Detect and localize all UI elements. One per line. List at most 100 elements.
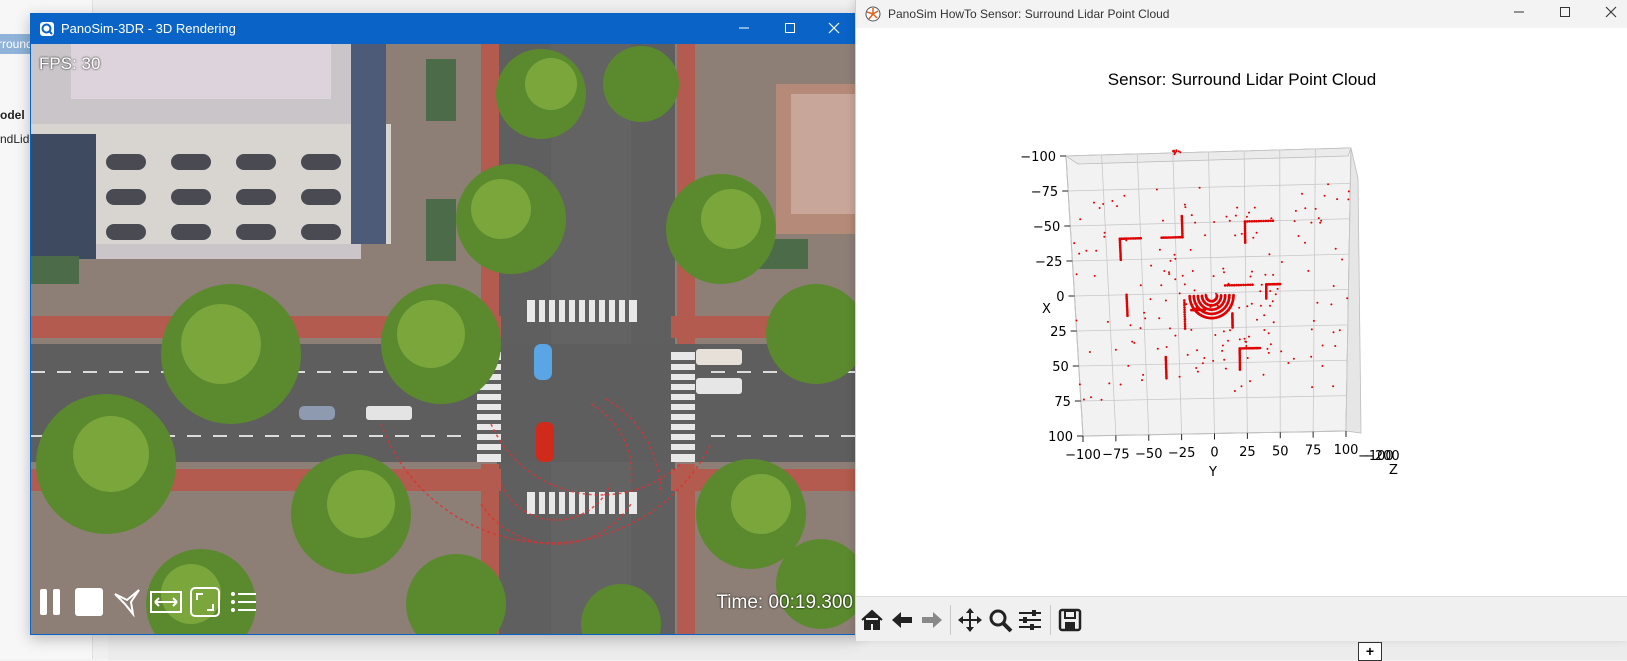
lidar-point bbox=[1174, 334, 1177, 337]
lidar-point bbox=[1235, 283, 1238, 287]
z-axis-label: Z bbox=[1389, 463, 1398, 478]
maximize-button[interactable] bbox=[767, 14, 813, 44]
render-window-titlebar[interactable]: PanoSim-3DR - 3D Rendering bbox=[31, 14, 857, 44]
lidar-point bbox=[1334, 345, 1337, 347]
plot-window-titlebar[interactable]: PanoSim HowTo Sensor: Surround Lidar Poi… bbox=[856, 0, 1627, 28]
lidar-point bbox=[1267, 332, 1270, 335]
lidar-point bbox=[1106, 320, 1109, 323]
lidar-point bbox=[1249, 275, 1252, 278]
lidar-point bbox=[1234, 214, 1237, 217]
lidar-point bbox=[1321, 365, 1324, 367]
lidar-point bbox=[1336, 198, 1339, 201]
lidar-point bbox=[1100, 398, 1103, 401]
x-tick-label: −75 bbox=[1031, 185, 1058, 200]
grid-line bbox=[1279, 149, 1281, 433]
lidar-point bbox=[1214, 334, 1217, 336]
lidar-point bbox=[1246, 220, 1249, 223]
fullscreen-icon[interactable] bbox=[189, 586, 221, 618]
lidar-point bbox=[1243, 337, 1246, 340]
lidar-point bbox=[1158, 248, 1161, 251]
list-icon[interactable] bbox=[229, 586, 259, 618]
back-icon[interactable] bbox=[888, 606, 916, 634]
lidar-point bbox=[1346, 297, 1349, 300]
maximize-button[interactable] bbox=[1542, 0, 1588, 28]
lidar-3d-plot[interactable]: −100−75−50−250255075100−100 −75 −50 −25 0 25 5… bbox=[856, 28, 1627, 596]
lidar-point bbox=[1139, 284, 1142, 287]
lidar-point bbox=[1215, 292, 1217, 295]
lidar-point bbox=[1244, 283, 1247, 287]
lidar-point bbox=[1262, 219, 1265, 223]
lidar-point bbox=[1287, 362, 1290, 364]
y-tick-label: −75 bbox=[1102, 447, 1129, 462]
stop-icon[interactable] bbox=[73, 586, 105, 618]
lidar-point bbox=[1246, 357, 1249, 359]
pause-icon[interactable] bbox=[37, 586, 65, 618]
fit-width-icon[interactable] bbox=[149, 586, 183, 618]
minimize-button[interactable] bbox=[721, 14, 767, 44]
zoom-icon[interactable] bbox=[986, 606, 1014, 634]
x-tick-label: 25 bbox=[1050, 325, 1067, 340]
lidar-point bbox=[1150, 264, 1153, 267]
lidar-point bbox=[1232, 293, 1235, 297]
y-tick-label: 100 bbox=[1334, 443, 1359, 458]
lidar-point bbox=[1183, 313, 1186, 316]
lidar-point bbox=[1227, 282, 1230, 285]
lidar-point bbox=[1224, 367, 1227, 370]
lidar-point bbox=[1127, 364, 1130, 367]
lidar-point bbox=[1223, 358, 1226, 361]
close-button[interactable] bbox=[811, 14, 857, 44]
lidar-point bbox=[1183, 324, 1187, 328]
lidar-point bbox=[1144, 317, 1147, 320]
save-icon[interactable] bbox=[1056, 606, 1084, 634]
lidar-point bbox=[1245, 345, 1248, 347]
lidar-point bbox=[1183, 308, 1186, 312]
lidar-point bbox=[1195, 367, 1198, 369]
lidar-point bbox=[1242, 283, 1245, 287]
lidar-point bbox=[1332, 385, 1335, 388]
add-button[interactable]: + bbox=[1358, 642, 1382, 661]
lidar-point bbox=[1219, 294, 1223, 297]
x-tick-label: −25 bbox=[1035, 255, 1062, 270]
lidar-point bbox=[1168, 271, 1170, 274]
lidar-point bbox=[1088, 351, 1091, 353]
background-tab[interactable]: rround bbox=[0, 34, 30, 54]
toolbar-separator bbox=[1050, 605, 1051, 635]
lidar-point bbox=[1271, 219, 1275, 222]
lidar-point bbox=[1320, 219, 1323, 222]
pan-icon[interactable] bbox=[956, 606, 984, 634]
lidar-point bbox=[1238, 338, 1241, 341]
lidar-point bbox=[1263, 314, 1266, 317]
lidar-point bbox=[1314, 207, 1317, 210]
lidar-point bbox=[1311, 386, 1314, 389]
lidar-point bbox=[1178, 375, 1181, 378]
lidar-point bbox=[1252, 236, 1255, 239]
lidar-point bbox=[1269, 290, 1272, 292]
y-tick-label: 50 bbox=[1272, 444, 1289, 459]
background-tree-item[interactable]: odel bbox=[0, 108, 25, 122]
configure-icon[interactable] bbox=[1016, 606, 1044, 634]
close-button[interactable] bbox=[1588, 0, 1627, 28]
home-icon[interactable] bbox=[858, 606, 886, 634]
lidar-point bbox=[1264, 219, 1268, 223]
x-axis-label: X bbox=[1042, 302, 1051, 317]
forward-icon[interactable] bbox=[918, 606, 946, 634]
lidar-point bbox=[1210, 303, 1213, 306]
lidar-point bbox=[1248, 220, 1251, 223]
lidar-point bbox=[1125, 239, 1128, 242]
x-tick-label: 75 bbox=[1054, 395, 1071, 410]
lidar-point bbox=[1269, 304, 1271, 307]
lidar-point bbox=[1183, 283, 1186, 286]
lidar-point bbox=[1185, 303, 1188, 306]
3d-scene-view[interactable]: FPS: 30 Time: 00:19.300 bbox=[31, 44, 857, 634]
background-tree-item[interactable]: ndLid bbox=[0, 132, 29, 146]
lidar-point bbox=[1321, 344, 1324, 347]
lidar-point bbox=[1248, 283, 1252, 287]
lidar-point bbox=[1203, 357, 1206, 359]
lidar-point bbox=[1102, 203, 1105, 205]
minimize-button[interactable] bbox=[1496, 0, 1542, 28]
drone-icon[interactable] bbox=[111, 586, 143, 618]
y-tick-label: 75 bbox=[1305, 444, 1322, 459]
lidar-point bbox=[1111, 200, 1114, 202]
fps-counter: FPS: 30 bbox=[39, 54, 101, 73]
lidar-point bbox=[1163, 270, 1166, 272]
